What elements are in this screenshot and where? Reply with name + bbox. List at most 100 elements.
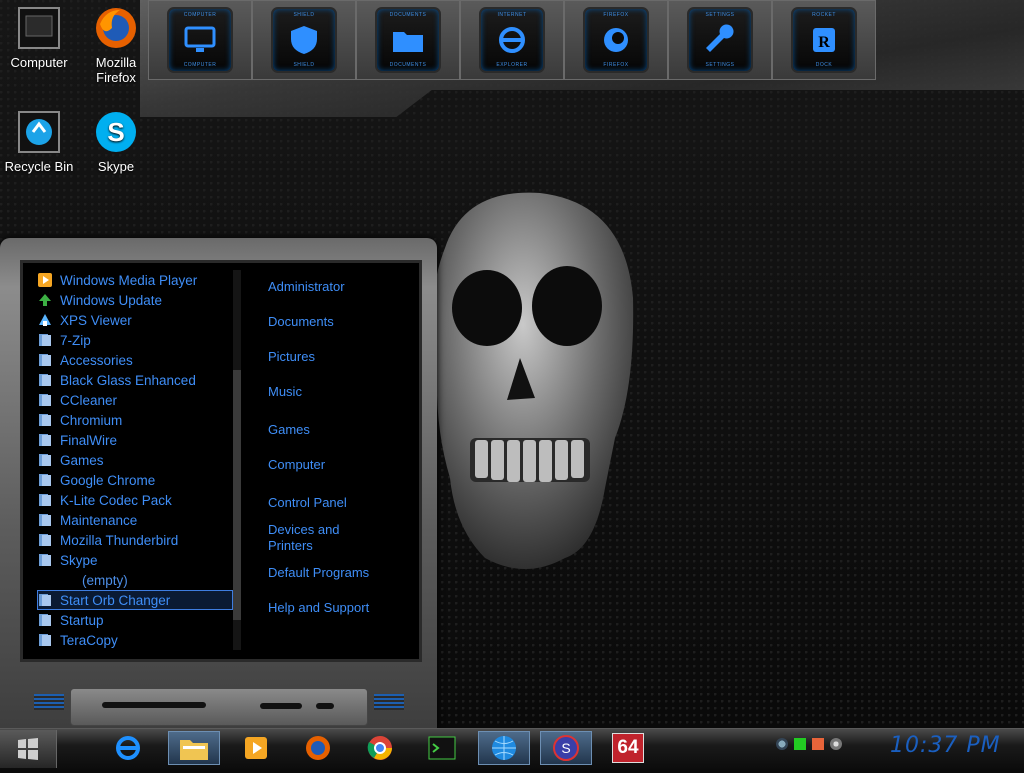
- program-item[interactable]: Google Chrome: [38, 471, 232, 489]
- chassis-slot: [102, 702, 206, 708]
- taskbar-firefox[interactable]: [292, 731, 344, 765]
- chassis-vent-left: [34, 694, 64, 710]
- program-item[interactable]: Mozilla Thunderbird: [38, 531, 232, 549]
- program-item[interactable]: XPS Viewer: [38, 311, 232, 329]
- program-item[interactable]: Chromium: [38, 411, 232, 429]
- link-devices-and-printers[interactable]: Devices and Printers: [268, 522, 358, 554]
- program-item[interactable]: Startup: [38, 611, 232, 629]
- link-computer[interactable]: Computer: [268, 457, 408, 473]
- dock-item-settings[interactable]: SETTINGS SETTINGS: [668, 0, 772, 80]
- desktop-icon-label: Computer: [10, 55, 68, 70]
- taskbar-clock[interactable]: 10:37 PM: [890, 733, 1001, 758]
- link-administrator[interactable]: Administrator: [268, 279, 408, 295]
- program-item[interactable]: Accessories: [38, 351, 232, 369]
- svg-text:R: R: [818, 34, 830, 51]
- program-label: Windows Update: [60, 292, 163, 308]
- program-label: Black Glass Enhanced: [60, 372, 196, 388]
- program-item[interactable]: Black Glass Enhanced: [38, 371, 232, 389]
- desktop-icon-firefox[interactable]: Mozilla Firefox: [78, 6, 154, 85]
- program-item[interactable]: FinalWire: [38, 431, 232, 449]
- program-label: Google Chrome: [60, 472, 156, 488]
- program-item[interactable]: Windows Update: [38, 291, 232, 309]
- desktop-icon-computer[interactable]: Computer: [1, 6, 77, 70]
- program-label: Skype: [60, 552, 98, 568]
- taskbar-chrome[interactable]: [354, 731, 406, 765]
- taskbar-globe[interactable]: [478, 731, 530, 765]
- dock-item-firefox[interactable]: FIREFOX FIREFOX: [564, 0, 668, 80]
- program-item[interactable]: Skype: [38, 551, 232, 569]
- program-label: Start Orb Changer: [60, 592, 171, 608]
- desktop-icon-recycle-bin[interactable]: Recycle Bin: [1, 110, 77, 174]
- dock-item-rocketdock[interactable]: ROCKET R DOCK: [772, 0, 876, 80]
- link-help-and-support[interactable]: Help and Support: [268, 600, 408, 616]
- program-item[interactable]: TeraCopy: [38, 631, 232, 649]
- wrench-icon: [706, 24, 734, 52]
- volume-icon[interactable]: [830, 738, 842, 750]
- windows-logo-icon: [18, 738, 38, 760]
- media-player-icon: [38, 273, 52, 287]
- taskbar-media-player[interactable]: [230, 731, 282, 765]
- program-item[interactable]: Games: [38, 451, 232, 469]
- link-control-panel[interactable]: Control Panel: [268, 495, 408, 511]
- folder-icon: [38, 433, 52, 447]
- update-icon: [38, 293, 52, 307]
- desktop-icon-label: Recycle Bin: [4, 159, 74, 174]
- folder-icon: [38, 373, 52, 387]
- chrome-icon: [367, 736, 392, 760]
- rocket-dock: COMPUTER COMPUTER SHIELD SHIELD DOCUMENT…: [148, 0, 876, 80]
- start-button[interactable]: [0, 730, 57, 768]
- link-pictures[interactable]: Pictures: [268, 349, 408, 365]
- folder-icon: [38, 513, 52, 527]
- program-label: K-Lite Codec Pack: [60, 492, 172, 508]
- program-item[interactable]: 7-Zip: [38, 331, 232, 349]
- desktop-icon-skype[interactable]: S Skype: [78, 110, 154, 174]
- dock-item-documents[interactable]: DOCUMENTS DOCUMENTS: [356, 0, 460, 80]
- link-documents[interactable]: Documents: [268, 314, 408, 330]
- taskbar-64-tool[interactable]: 64: [602, 731, 654, 765]
- taskbar-terminal[interactable]: [416, 731, 468, 765]
- program-label: Windows Media Player: [60, 272, 198, 288]
- program-item[interactable]: CCleaner: [38, 391, 232, 409]
- program-label: Mozilla Thunderbird: [60, 532, 179, 548]
- media-player-icon: [245, 737, 267, 759]
- program-item[interactable]: Start Orb Changer: [37, 590, 233, 610]
- network-icon[interactable]: [776, 738, 788, 750]
- action-center-icon[interactable]: [812, 738, 824, 750]
- program-label: (empty): [82, 572, 128, 588]
- taskbar-explorer[interactable]: [168, 731, 220, 765]
- program-label: Startup: [60, 612, 104, 628]
- program-label: 7-Zip: [60, 332, 91, 348]
- dock-item-shield[interactable]: SHIELD SHIELD: [252, 0, 356, 80]
- folder-icon: [38, 633, 52, 647]
- firefox-icon: [306, 736, 330, 760]
- recycle-bin-icon: [18, 111, 60, 153]
- folder-icon: [38, 353, 52, 367]
- terminal-icon: [428, 736, 456, 760]
- link-default-programs[interactable]: Default Programs: [268, 565, 408, 581]
- computer-icon: [18, 7, 60, 49]
- program-item[interactable]: K-Lite Codec Pack: [38, 491, 232, 509]
- folder-icon: [38, 553, 52, 567]
- globe-icon: [492, 736, 516, 760]
- folder-icon: [38, 473, 52, 487]
- flag-icon[interactable]: [794, 738, 806, 750]
- program-item[interactable]: Windows Media Player: [38, 271, 232, 289]
- xps-icon: [38, 313, 52, 327]
- ie-icon: [499, 27, 525, 53]
- dock-item-internet-explorer[interactable]: INTERNET EXPLORER: [460, 0, 564, 80]
- folder-icon: [38, 413, 52, 427]
- link-music[interactable]: Music: [268, 384, 408, 400]
- program-item[interactable]: Maintenance: [38, 511, 232, 529]
- dock-item-computer[interactable]: COMPUTER COMPUTER: [148, 0, 252, 80]
- program-item: (empty): [38, 571, 276, 589]
- firefox-icon: [604, 28, 628, 52]
- desktop-icon-label: Mozilla Firefox: [95, 55, 137, 85]
- link-games[interactable]: Games: [268, 422, 408, 438]
- programs-scrollbar[interactable]: [233, 270, 241, 650]
- taskbar-ie[interactable]: [102, 731, 154, 765]
- shield-icon: [291, 26, 317, 54]
- folder-icon: [38, 493, 52, 507]
- taskbar-skype[interactable]: S: [540, 731, 592, 765]
- program-label: Games: [60, 452, 104, 468]
- desktop-icon-label: Skype: [97, 159, 135, 174]
